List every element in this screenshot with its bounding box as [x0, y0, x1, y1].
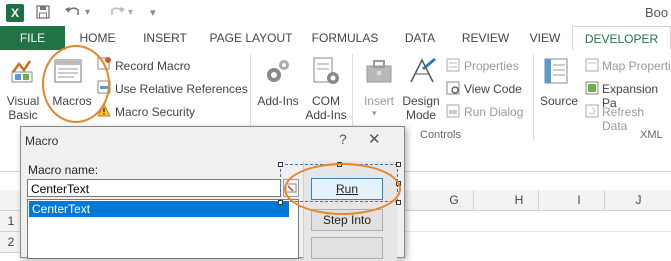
- add-ins-button[interactable]: Add-Ins: [256, 94, 300, 108]
- run-highlight-ellipse: [284, 163, 401, 215]
- visual-basic-label-2: Basic: [8, 108, 38, 122]
- help-button[interactable]: ?: [339, 131, 347, 147]
- macro-security-button[interactable]: Macro Security: [115, 105, 195, 119]
- resize-handle[interactable]: [278, 162, 283, 167]
- design-mode-icon[interactable]: [408, 56, 438, 89]
- resize-handle[interactable]: [396, 162, 401, 167]
- visual-basic-icon[interactable]: [10, 56, 36, 87]
- run-dialog-button[interactable]: Run Dialog: [464, 105, 523, 119]
- tab-data[interactable]: DATA: [395, 26, 445, 50]
- row-header-1[interactable]: 1: [0, 211, 22, 232]
- step-into-label: Step Into: [322, 213, 372, 227]
- dialog-title: Macro: [25, 134, 59, 148]
- design-mode-label-1: Design: [402, 94, 440, 108]
- com-add-ins-button[interactable]: COM Add-Ins: [304, 94, 348, 122]
- record-macro-button[interactable]: Record Macro: [115, 59, 190, 73]
- insert-control-button[interactable]: Insert: [360, 94, 398, 108]
- close-button[interactable]: ✕: [368, 130, 381, 148]
- excel-app-icon[interactable]: X: [6, 4, 24, 22]
- design-mode-label-2: Mode: [405, 108, 437, 122]
- com-label-1: COM: [312, 94, 340, 108]
- tab-formulas[interactable]: FORMULAS: [305, 26, 385, 50]
- visual-basic-button[interactable]: Visual Basic: [6, 94, 40, 122]
- view-code-icon: [446, 81, 460, 98]
- select-all-corner[interactable]: [0, 190, 22, 211]
- gridline: [400, 231, 671, 232]
- visual-basic-label-1: Visual: [6, 94, 40, 108]
- tab-review[interactable]: REVIEW: [453, 26, 518, 50]
- properties-icon: [446, 58, 460, 75]
- use-relative-references-button[interactable]: Use Relative References: [115, 82, 248, 96]
- gear-icon[interactable]: [264, 57, 292, 90]
- controls-group-label: Controls: [420, 129, 461, 141]
- list-item[interactable]: CenterText: [29, 201, 289, 217]
- com-label-2: Add-Ins: [305, 108, 347, 122]
- column-header-j[interactable]: J: [604, 190, 671, 210]
- undo-icon[interactable]: [64, 4, 82, 24]
- view-code-button[interactable]: View Code: [464, 82, 522, 96]
- map-properties-icon: [585, 58, 599, 75]
- insert-dropdown-icon: ▾: [372, 108, 377, 118]
- resize-handle[interactable]: [278, 200, 283, 205]
- tab-page-layout[interactable]: PAGE LAYOUT: [205, 26, 297, 50]
- expansion-packs-icon: [585, 81, 599, 98]
- tab-insert[interactable]: INSERT: [135, 26, 195, 50]
- macro-list[interactable]: CenterText: [27, 199, 299, 259]
- tab-developer[interactable]: DEVELOPER: [572, 26, 671, 51]
- design-mode-button[interactable]: Design Mode: [401, 94, 441, 122]
- toolbox-icon[interactable]: [365, 58, 393, 87]
- refresh-data-icon: [585, 104, 599, 121]
- window-title: Boo: [645, 5, 669, 20]
- edit-button[interactable]: [311, 237, 383, 259]
- macro-name-input[interactable]: CenterText: [27, 179, 281, 197]
- xml-source-icon[interactable]: [543, 57, 571, 88]
- properties-button[interactable]: Properties: [464, 59, 519, 73]
- run-dialog-icon: [446, 104, 460, 121]
- macro-name-label: Macro name:: [28, 163, 99, 177]
- xml-group-label: XML: [640, 129, 663, 141]
- redo-dropdown-icon[interactable]: ▾: [128, 4, 133, 22]
- tab-file[interactable]: FILE: [0, 26, 65, 50]
- undo-dropdown-icon[interactable]: ▾: [85, 4, 90, 22]
- group-separator: [533, 54, 534, 140]
- com-addins-icon[interactable]: [311, 56, 341, 89]
- resize-handle[interactable]: [396, 200, 401, 205]
- redo-icon[interactable]: [108, 4, 126, 24]
- xml-source-button[interactable]: Source: [538, 94, 580, 108]
- tab-view[interactable]: VIEW: [524, 26, 566, 50]
- map-properties-button[interactable]: Map Properti: [602, 59, 671, 73]
- title-bar: [0, 0, 671, 26]
- macros-highlight-ellipse: [42, 45, 110, 123]
- row-header-2[interactable]: 2: [0, 232, 22, 253]
- customize-qat-icon[interactable]: ▾: [150, 4, 156, 22]
- save-icon[interactable]: [35, 4, 51, 24]
